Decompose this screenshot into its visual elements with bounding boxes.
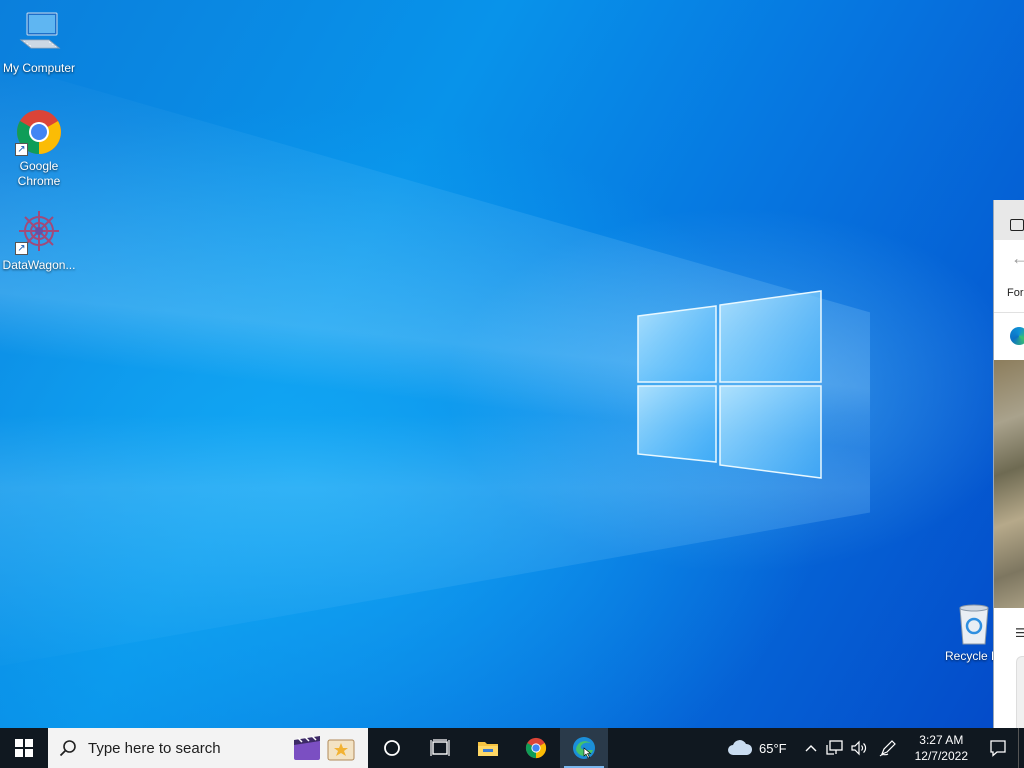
- speaker-icon: [851, 740, 866, 756]
- taskbar-app-file-explorer[interactable]: [464, 728, 512, 768]
- pen-workspace-button[interactable]: [871, 728, 905, 768]
- volume-button[interactable]: [847, 728, 871, 768]
- cloud-icon: [728, 740, 753, 755]
- weather-widget[interactable]: 65°F: [715, 739, 799, 757]
- window-titlebar[interactable]: [994, 200, 1024, 240]
- network-button[interactable]: [823, 728, 847, 768]
- content-card: [1016, 656, 1024, 728]
- clock-time: 3:27 AM: [919, 733, 964, 747]
- computer-icon: [15, 10, 63, 58]
- show-hidden-icons-button[interactable]: [799, 728, 823, 768]
- partial-text: For: [994, 280, 1024, 312]
- page-image: [994, 360, 1024, 608]
- windows-start-icon: [15, 739, 33, 757]
- recycle-bin-icon: [954, 602, 994, 646]
- datawagon-icon: ↗: [15, 207, 63, 255]
- desktop-icon-label: Google Chrome: [17, 159, 61, 188]
- browser-window-partial[interactable]: ← For ☰: [993, 200, 1024, 728]
- edge-icon: [573, 737, 595, 759]
- edge-icon[interactable]: [1010, 327, 1024, 345]
- favorites-bar: [994, 312, 1024, 360]
- notification-icon: [990, 740, 1006, 757]
- shortcut-arrow-icon: ↗: [15, 242, 28, 255]
- start-button[interactable]: [0, 728, 48, 768]
- taskbar-app-chrome[interactable]: [512, 728, 560, 768]
- chrome-icon: [525, 737, 547, 759]
- windows-logo-wallpaper: [637, 290, 822, 479]
- action-center-button[interactable]: [978, 728, 1018, 768]
- window-navbar: ←: [994, 240, 1024, 280]
- chevron-up-icon: [805, 745, 817, 752]
- search-icon: [48, 739, 88, 757]
- task-view-button[interactable]: [416, 728, 464, 768]
- taskbar-search-box[interactable]: [48, 728, 368, 768]
- chrome-icon: ↗: [15, 108, 63, 156]
- page-content: ☰: [994, 608, 1024, 728]
- taskbar: 65°F 3:27 AM 12/7/2022: [0, 728, 1024, 768]
- search-highlight-icon: [294, 735, 355, 761]
- menu-icon[interactable]: ☰: [1015, 626, 1024, 640]
- search-input[interactable]: [88, 739, 288, 757]
- task-view-icon: [430, 739, 450, 756]
- taskbar-app-edge[interactable]: [560, 728, 608, 768]
- tab-actions-icon[interactable]: [1010, 219, 1024, 231]
- show-desktop-button[interactable]: [1018, 728, 1024, 768]
- back-arrow-icon[interactable]: ←: [1011, 248, 1024, 269]
- shortcut-arrow-icon: ↗: [15, 143, 28, 156]
- desktop-icon-datawagon[interactable]: ↗ DataWagon...: [0, 207, 78, 273]
- cortana-button[interactable]: [368, 728, 416, 768]
- clock-date: 12/7/2022: [914, 749, 968, 763]
- weather-temperature: 65°F: [759, 740, 787, 756]
- cortana-circle-icon: [384, 740, 400, 756]
- desktop: My Computer ↗ Google Chrome ↗ DataWagon.…: [0, 0, 1024, 728]
- pen-icon: [879, 740, 896, 757]
- taskbar-clock[interactable]: 3:27 AM 12/7/2022: [905, 732, 978, 764]
- file-explorer-icon: [478, 742, 498, 756]
- desktop-icon-label: My Computer: [2, 61, 76, 75]
- network-icon: [825, 740, 843, 755]
- desktop-icon-google-chrome[interactable]: ↗ Google Chrome: [0, 108, 78, 189]
- desktop-icon-label: DataWagon...: [2, 258, 76, 272]
- desktop-icon-my-computer[interactable]: My Computer: [0, 10, 78, 76]
